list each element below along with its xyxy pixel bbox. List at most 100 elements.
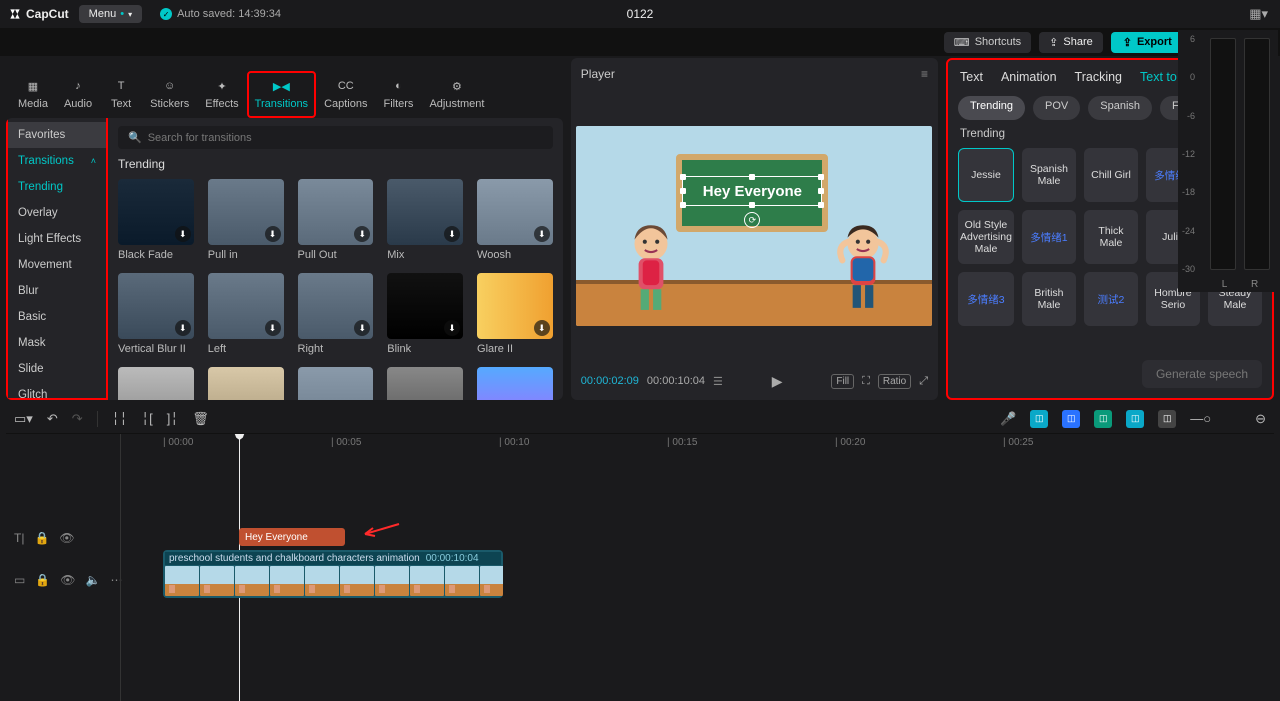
filter-pov[interactable]: POV [1033,96,1080,120]
download-icon[interactable]: ⬇ [444,226,460,242]
zoom-slider-icon[interactable]: —○ [1190,411,1211,426]
transition-left[interactable]: ⬇Left [208,273,284,355]
split-icon[interactable]: ╎╎ [112,411,128,427]
sidebar-item-blur[interactable]: Blur [8,278,106,304]
transition-item-13[interactable]: ⬇ [387,367,463,400]
eye-icon[interactable]: 👁 [60,573,75,587]
filter-trending[interactable]: Trending [958,96,1025,120]
transition-right[interactable]: ⬇Right [298,273,374,355]
sidebar-item-light-effects[interactable]: Light Effects [8,226,106,252]
redo-button[interactable]: ↷ [72,411,83,427]
mute-icon[interactable]: 🔈 [86,573,101,587]
mic-icon[interactable]: 🎤 [1000,411,1016,427]
transition-woosh[interactable]: ⬇Woosh [477,179,553,261]
video-track-icon[interactable]: ▭ [14,573,25,587]
media-tab-captions[interactable]: CCCaptions [316,71,375,118]
lock-icon[interactable]: 🔒 [35,573,50,587]
download-icon[interactable]: ⬇ [265,320,281,336]
share-button[interactable]: ⇪Share [1039,32,1103,53]
media-tab-effects[interactable]: ✦Effects [197,71,246,118]
inspector-tab-text[interactable]: Text [960,70,983,84]
transition-glare-ii[interactable]: ⬇Glare II [477,273,553,355]
delete-icon[interactable]: 🗑 [192,411,209,427]
search-input[interactable]: 🔍 Search for transitions [118,126,553,149]
snap-option-5[interactable]: ◫ [1158,410,1176,428]
media-tab-audio[interactable]: ♪Audio [56,71,100,118]
zoom-fit-icon[interactable]: ⊖ [1255,411,1266,427]
snap-option-1[interactable]: ◫ [1030,410,1048,428]
text-track-icon[interactable]: T| [14,531,24,545]
sidebar-item-favorites[interactable]: Favorites [8,122,106,148]
voice-old-style-advertising-male[interactable]: Old Style Advertising Male [958,210,1014,264]
sidebar-item-trending[interactable]: Trending [8,174,106,200]
download-icon[interactable]: ⬇ [534,226,550,242]
download-icon[interactable]: ⬇ [444,320,460,336]
transition-pull-out[interactable]: ⬇Pull Out [298,179,374,261]
sidebar-item-glitch[interactable]: Glitch [8,382,106,400]
media-tab-transitions[interactable]: ▶◀Transitions [247,71,316,118]
media-tab-filters[interactable]: ◐Filters [375,71,421,118]
sidebar-item-basic[interactable]: Basic [8,304,106,330]
split-left-icon[interactable]: ╎[ [141,411,152,427]
media-tab-stickers[interactable]: ☺Stickers [142,71,197,118]
transition-vertical-blur-ii[interactable]: ⬇Vertical Blur II [118,273,194,355]
download-icon[interactable]: ⬇ [265,226,281,242]
player-viewport[interactable]: Hey Everyone ⟳ [571,90,938,362]
transition-item-12[interactable]: ⬇ [298,367,374,400]
download-icon[interactable]: ⬇ [534,320,550,336]
transition-item-10[interactable]: ⬇ [118,367,194,400]
play-button[interactable]: ▶ [772,373,783,390]
download-icon[interactable]: ⬇ [175,320,191,336]
fill-button[interactable]: Fill [831,374,854,389]
filter-spanish[interactable]: Spanish [1088,96,1152,120]
voice-多情绪1[interactable]: 多情绪1 [1022,210,1076,264]
undo-button[interactable]: ↶ [47,411,58,427]
download-icon[interactable]: ⬇ [354,226,370,242]
transition-mix[interactable]: ⬇Mix [387,179,463,261]
voice-british-male[interactable]: British Male [1022,272,1076,326]
download-icon[interactable]: ⬇ [175,226,191,242]
snap-option-4[interactable]: ◫ [1126,410,1144,428]
sidebar-item-overlay[interactable]: Overlay [8,200,106,226]
overlay-text[interactable]: Hey Everyone [684,178,820,204]
transition-pull-in[interactable]: ⬇Pull in [208,179,284,261]
export-button[interactable]: ⇪Export [1111,32,1184,53]
layout-icon[interactable]: ▦▾ [1245,4,1272,24]
sidebar-item-slide[interactable]: Slide [8,356,106,382]
transition-blink[interactable]: ⬇Blink [387,273,463,355]
generate-speech-button[interactable]: Generate speech [1142,360,1262,388]
sidebar-item-transitions[interactable]: Transitions˄ [8,148,106,174]
timeline-tracks[interactable]: | 00:00| 00:05| 00:10| 00:15| 00:20| 00:… [120,434,1274,701]
eye-icon[interactable]: 👁 [59,531,74,545]
text-clip[interactable]: Hey Everyone [239,528,345,546]
download-icon[interactable]: ⬇ [354,320,370,336]
voice-测试2[interactable]: 测试2 [1084,272,1138,326]
voice-spanish-male[interactable]: Spanish Male [1022,148,1076,202]
voice-多情绪3[interactable]: 多情绪3 [958,272,1014,326]
voice-jessie[interactable]: Jessie [958,148,1014,202]
transition-black-fade[interactable]: ⬇Black Fade [118,179,194,261]
sidebar-item-mask[interactable]: Mask [8,330,106,356]
inspector-tab-animation[interactable]: Animation [1001,70,1057,84]
voice-thick-male[interactable]: Thick Male [1084,210,1138,264]
sidebar-item-movement[interactable]: Movement [8,252,106,278]
player-menu-icon[interactable]: ≡ [921,67,928,81]
inspector-tab-tracking[interactable]: Tracking [1075,70,1122,84]
transition-item-11[interactable]: ⬇ [208,367,284,400]
shortcuts-button[interactable]: ⌨Shortcuts [944,32,1031,53]
frame-icon[interactable]: ⛶ [862,375,870,388]
voice-chill-girl[interactable]: Chill Girl [1084,148,1138,202]
menu-button[interactable]: Menu•▾ [79,5,142,23]
preview-quality-icon[interactable]: ☰ [713,375,723,388]
lock-icon[interactable]: 🔒 [34,531,49,545]
media-tab-adjustment[interactable]: ⚙Adjustment [421,71,492,118]
fullscreen-icon[interactable]: ⤢ [919,375,928,388]
snap-option-2[interactable]: ◫ [1062,410,1080,428]
ratio-button[interactable]: Ratio [878,374,911,389]
video-clip[interactable]: ✎ Cover preschool students and chalkboar… [163,550,503,598]
media-tab-media[interactable]: ▦Media [10,71,56,118]
split-right-icon[interactable]: ]╎ [167,411,178,427]
time-ruler[interactable]: | 00:00| 00:05| 00:10| 00:15| 00:20| 00:… [121,434,1274,452]
media-tab-text[interactable]: TText [100,71,142,118]
transition-item-14[interactable]: ⬇ [477,367,553,400]
